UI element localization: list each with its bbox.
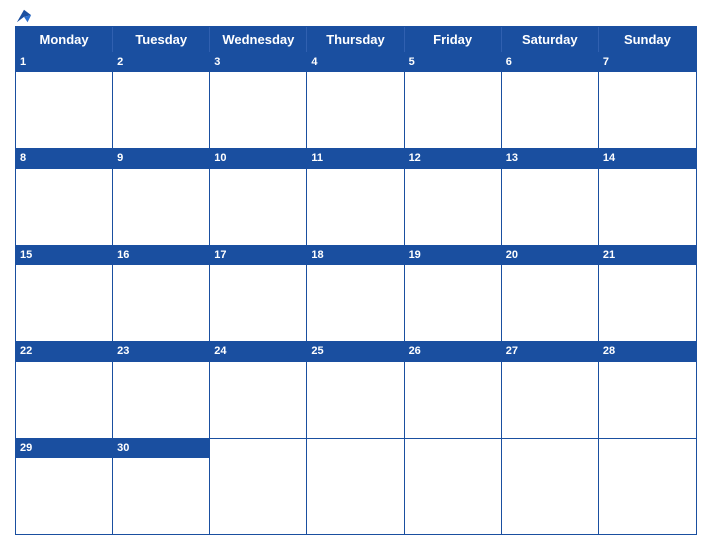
day-9: 9 <box>113 149 210 244</box>
day-header-sunday: Sunday <box>599 27 696 52</box>
day-13: 13 <box>502 149 599 244</box>
logo <box>15 8 35 24</box>
day-26: 26 <box>405 342 502 437</box>
day-27: 27 <box>502 342 599 437</box>
day-25: 25 <box>307 342 404 437</box>
day-number: 8 <box>16 149 112 168</box>
day-number: 2 <box>113 53 209 72</box>
day-number: 19 <box>405 246 501 265</box>
day-5: 5 <box>405 53 502 148</box>
day-12: 12 <box>405 149 502 244</box>
day-7: 7 <box>599 53 696 148</box>
day-23: 23 <box>113 342 210 437</box>
day-28: 28 <box>599 342 696 437</box>
empty-day <box>405 439 502 534</box>
day-number: 18 <box>307 246 403 265</box>
day-2: 2 <box>113 53 210 148</box>
day-20: 20 <box>502 246 599 341</box>
day-number: 6 <box>502 53 598 72</box>
calendar-week-2: 891011121314 <box>16 148 696 244</box>
day-number: 24 <box>210 342 306 361</box>
empty-day <box>502 439 599 534</box>
day-21: 21 <box>599 246 696 341</box>
calendar-week-1: 1234567 <box>16 52 696 148</box>
day-header-thursday: Thursday <box>307 27 404 52</box>
day-number: 1 <box>16 53 112 72</box>
day-4: 4 <box>307 53 404 148</box>
logo-bird-icon <box>15 8 33 24</box>
day-19: 19 <box>405 246 502 341</box>
day-number: 30 <box>113 439 209 458</box>
day-15: 15 <box>16 246 113 341</box>
day-number: 11 <box>307 149 403 168</box>
day-number: 16 <box>113 246 209 265</box>
day-header-monday: Monday <box>16 27 113 52</box>
day-6: 6 <box>502 53 599 148</box>
calendar-week-4: 22232425262728 <box>16 341 696 437</box>
day-number: 25 <box>307 342 403 361</box>
day-header-friday: Friday <box>405 27 502 52</box>
day-number: 23 <box>113 342 209 361</box>
day-number: 13 <box>502 149 598 168</box>
day-18: 18 <box>307 246 404 341</box>
day-8: 8 <box>16 149 113 244</box>
day-11: 11 <box>307 149 404 244</box>
day-30: 30 <box>113 439 210 534</box>
day-number: 27 <box>502 342 598 361</box>
calendar-header-row: MondayTuesdayWednesdayThursdayFridaySatu… <box>16 27 696 52</box>
day-number: 7 <box>599 53 696 72</box>
day-10: 10 <box>210 149 307 244</box>
day-14: 14 <box>599 149 696 244</box>
day-number: 4 <box>307 53 403 72</box>
day-header-wednesday: Wednesday <box>210 27 307 52</box>
day-number: 14 <box>599 149 696 168</box>
day-3: 3 <box>210 53 307 148</box>
day-number: 12 <box>405 149 501 168</box>
day-24: 24 <box>210 342 307 437</box>
day-header-saturday: Saturday <box>502 27 599 52</box>
day-number: 17 <box>210 246 306 265</box>
calendar-week-5: 2930 <box>16 438 696 534</box>
day-1: 1 <box>16 53 113 148</box>
empty-day <box>599 439 696 534</box>
day-number: 28 <box>599 342 696 361</box>
day-17: 17 <box>210 246 307 341</box>
empty-day <box>307 439 404 534</box>
day-number: 10 <box>210 149 306 168</box>
calendar: MondayTuesdayWednesdayThursdayFridaySatu… <box>15 26 697 535</box>
calendar-body: 1234567891011121314151617181920212223242… <box>16 52 696 534</box>
empty-day <box>210 439 307 534</box>
calendar-header <box>15 10 697 20</box>
day-number: 3 <box>210 53 306 72</box>
day-number: 26 <box>405 342 501 361</box>
day-header-tuesday: Tuesday <box>113 27 210 52</box>
day-number: 15 <box>16 246 112 265</box>
logo-blue-text <box>15 8 35 24</box>
day-29: 29 <box>16 439 113 534</box>
day-number: 20 <box>502 246 598 265</box>
calendar-week-3: 15161718192021 <box>16 245 696 341</box>
day-number: 29 <box>16 439 112 458</box>
day-number: 22 <box>16 342 112 361</box>
day-number: 9 <box>113 149 209 168</box>
day-16: 16 <box>113 246 210 341</box>
day-number: 5 <box>405 53 501 72</box>
day-22: 22 <box>16 342 113 437</box>
day-number: 21 <box>599 246 696 265</box>
